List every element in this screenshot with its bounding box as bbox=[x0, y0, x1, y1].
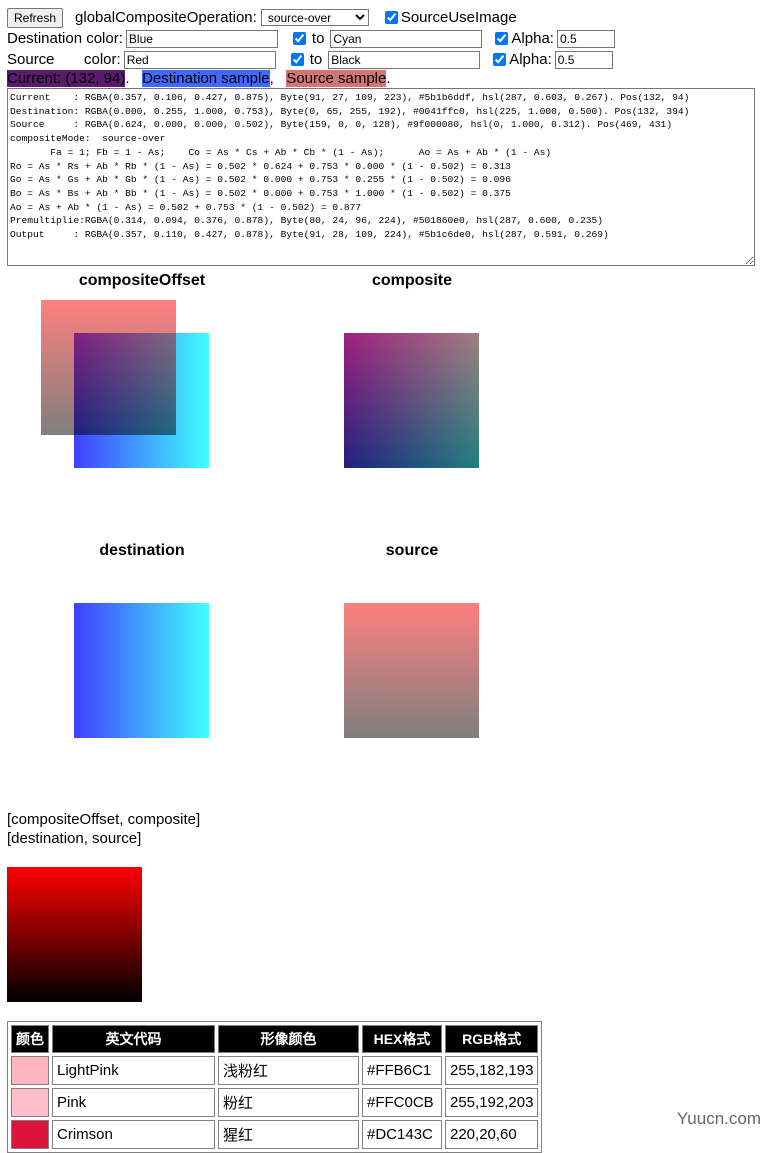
color-swatch bbox=[11, 1120, 49, 1149]
english-code-cell: Crimson bbox=[52, 1120, 215, 1149]
chinese-name-cell: 粉红 bbox=[218, 1088, 359, 1117]
source-label: Source bbox=[7, 51, 55, 68]
source-color-label: color: bbox=[84, 51, 121, 68]
hex-cell: #DC143C bbox=[362, 1120, 442, 1149]
source-sample: Source sample bbox=[286, 70, 387, 87]
destination-sample: Destination sample bbox=[142, 70, 270, 87]
header-english-code: 英文代码 bbox=[52, 1025, 215, 1053]
table-row: Pink 粉红 #FFC0CB 255,192,203 bbox=[11, 1088, 539, 1117]
chinese-name-cell: 猩红 bbox=[218, 1120, 359, 1149]
source-alpha-label: Alpha: bbox=[509, 51, 552, 68]
table-header-row: 颜色 英文代码 形像颜色 HEX格式 RGB格式 bbox=[11, 1025, 539, 1053]
composite-caption: composite bbox=[371, 272, 452, 289]
composite-operation-select[interactable]: source-over bbox=[260, 9, 369, 26]
destination-color-label: Destination color: bbox=[7, 30, 123, 47]
color-table: 颜色 英文代码 形像颜色 HEX格式 RGB格式 LightPink 浅粉红 #FF… bbox=[7, 1021, 543, 1153]
hex-cell: #FFC0CB bbox=[362, 1088, 442, 1117]
chinese-name-cell: 浅粉红 bbox=[218, 1056, 359, 1085]
header-color: 颜色 bbox=[11, 1025, 49, 1053]
destination-color-row: Destination color: to Alpha: bbox=[7, 28, 618, 49]
composite-operation-label: globalCompositeOperation: bbox=[75, 9, 257, 26]
color-swatch bbox=[11, 1088, 49, 1117]
composite-offset-source-square bbox=[41, 300, 176, 435]
refresh-button[interactable]: Refresh bbox=[7, 7, 64, 28]
destination-color-input[interactable] bbox=[125, 29, 278, 48]
source-use-image-checkbox[interactable] bbox=[384, 11, 398, 24]
rgb-cell: 220,20,60 bbox=[445, 1120, 539, 1149]
watermark: Yuucn.com bbox=[676, 1109, 761, 1128]
toolbar-row: Refresh globalCompositeOperation: source… bbox=[7, 7, 517, 28]
composite-log-textarea[interactable] bbox=[7, 88, 755, 266]
source-gradient-checkbox[interactable] bbox=[290, 53, 304, 66]
destination-to-label: to bbox=[311, 30, 325, 47]
samples-row: Current: (132, 94). Destination sample, … bbox=[7, 70, 391, 87]
destination-alpha-label: Alpha: bbox=[511, 30, 554, 47]
layout-line-1: [compositeOffset, composite] bbox=[7, 811, 201, 828]
destination-caption: destination bbox=[99, 542, 185, 559]
red-black-gradient-canvas bbox=[7, 867, 142, 1002]
source-to-label: to bbox=[309, 51, 323, 68]
header-rgb: RGB格式 bbox=[445, 1025, 539, 1053]
current-sample: Current: (132, 94) bbox=[7, 70, 126, 87]
table-row: Crimson 猩红 #DC143C 220,20,60 bbox=[11, 1120, 539, 1149]
hex-cell: #FFB6C1 bbox=[362, 1056, 442, 1085]
color-swatch bbox=[11, 1056, 49, 1085]
rgb-cell: 255,182,193 bbox=[445, 1056, 539, 1085]
source-caption: source bbox=[385, 542, 439, 559]
source-color-row: Source color: to Alpha: bbox=[7, 49, 616, 70]
source-color-input[interactable] bbox=[123, 50, 276, 69]
source-to-color-input[interactable] bbox=[328, 50, 481, 69]
table-row: LightPink 浅粉红 #FFB6C1 255,182,193 bbox=[11, 1056, 539, 1085]
composite-square bbox=[344, 333, 479, 468]
composite-offset-caption: compositeOffset bbox=[78, 272, 206, 289]
source-square bbox=[344, 603, 479, 738]
source-alpha-input[interactable] bbox=[554, 50, 613, 69]
english-code-cell: Pink bbox=[52, 1088, 215, 1117]
destination-alpha-checkbox[interactable] bbox=[495, 32, 509, 45]
destination-to-color-input[interactable] bbox=[330, 29, 483, 48]
header-chinese-name: 形像颜色 bbox=[218, 1025, 359, 1053]
destination-alpha-input[interactable] bbox=[556, 29, 615, 48]
source-alpha-checkbox[interactable] bbox=[493, 53, 507, 66]
destination-square bbox=[74, 603, 209, 738]
english-code-cell: LightPink bbox=[52, 1056, 215, 1085]
destination-gradient-checkbox[interactable] bbox=[292, 32, 306, 45]
layout-line-2: [destination, source] bbox=[7, 830, 142, 847]
header-hex: HEX格式 bbox=[362, 1025, 442, 1053]
rgb-cell: 255,192,203 bbox=[445, 1088, 539, 1117]
source-use-image-label: SourceUseImage bbox=[400, 9, 517, 26]
